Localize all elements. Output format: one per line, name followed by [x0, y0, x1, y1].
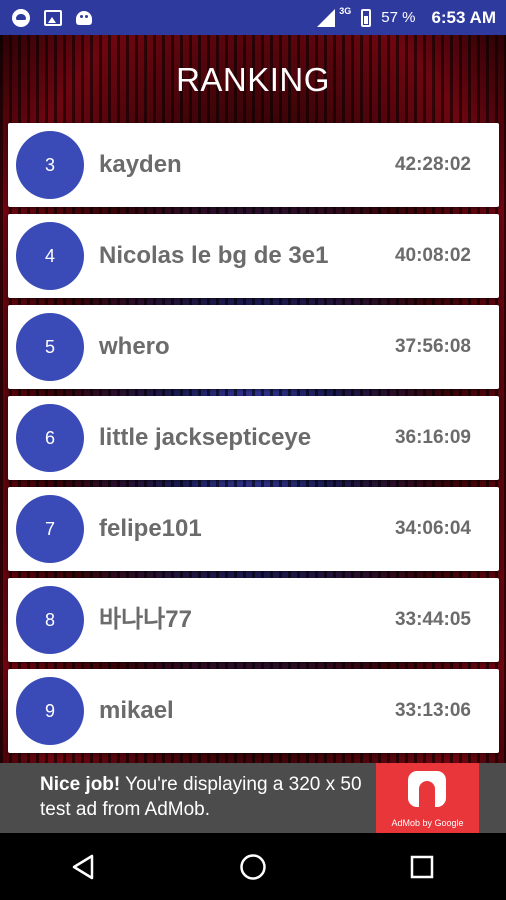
ranking-row[interactable]: 4 Nicolas le bg de 3e1 40:08:02: [8, 214, 499, 298]
picture-icon: [44, 9, 62, 26]
home-button[interactable]: [223, 837, 283, 897]
battery-percent: 57 %: [381, 9, 416, 26]
play-time: 33:44:05: [394, 609, 471, 630]
player-name: Nicolas le bg de 3e1: [99, 242, 329, 269]
recents-button[interactable]: [392, 837, 452, 897]
recents-icon: [410, 855, 433, 878]
ad-headline: Nice job!: [40, 774, 121, 795]
messenger-icon: [12, 8, 30, 27]
admob-caption: AdMob by Google: [391, 818, 464, 828]
admob-logo[interactable]: AdMob by Google: [376, 763, 479, 833]
player-name: 바나나77: [99, 606, 192, 633]
rank-badge: 3: [16, 131, 84, 199]
player-name: little jacksepticeye: [99, 424, 312, 451]
ad-banner[interactable]: Nice job! You're displaying a 320 x 50 t…: [0, 763, 506, 833]
android-icon: [76, 10, 92, 25]
network-type: 3G: [339, 5, 352, 16]
battery-icon: [361, 8, 372, 27]
ranking-screen: RANKING 3 kayden 42:28:02 4 Nicolas le b…: [0, 35, 506, 763]
system-status: 3G 57 % 6:53 AM: [317, 5, 496, 28]
rank-badge: 7: [16, 495, 84, 563]
player-name: mikael: [99, 697, 174, 724]
status-bar: 3G 57 % 6:53 AM: [0, 0, 506, 35]
ad-text[interactable]: Nice job! You're displaying a 320 x 50 t…: [40, 772, 370, 822]
player-name: kayden: [99, 151, 182, 178]
ranking-row[interactable]: 6 little jacksepticeye 36:16:09: [8, 396, 499, 480]
back-icon: [73, 854, 94, 879]
ranking-row[interactable]: 8 바나나77 33:44:05: [8, 578, 499, 662]
play-time: 40:08:02: [394, 245, 471, 266]
ranking-row[interactable]: 3 kayden 42:28:02: [8, 123, 499, 207]
ranking-row[interactable]: 9 mikael 33:13:06: [8, 669, 499, 753]
player-name: felipe101: [99, 515, 202, 542]
rank-badge: 5: [16, 313, 84, 381]
admob-icon: [408, 771, 446, 807]
home-icon: [240, 853, 266, 880]
ranking-row[interactable]: 7 felipe101 34:06:04: [8, 487, 499, 571]
rank-badge: 8: [16, 586, 84, 654]
rank-badge: 6: [16, 404, 84, 472]
play-time: 34:06:04: [394, 518, 471, 539]
signal-icon: [317, 8, 336, 27]
play-time: 36:16:09: [394, 427, 471, 448]
navigation-bar: [0, 833, 506, 900]
page-title: RANKING: [176, 61, 330, 98]
rank-badge: 9: [16, 677, 84, 745]
notification-icons: [12, 8, 92, 27]
clock: 6:53 AM: [431, 7, 496, 27]
play-time: 37:56:08: [394, 336, 471, 357]
play-time: 42:28:02: [394, 154, 471, 175]
rank-badge: 4: [16, 222, 84, 290]
play-time: 33:13:06: [394, 700, 471, 721]
ranking-row[interactable]: 5 whero 37:56:08: [8, 305, 499, 389]
player-name: whero: [99, 333, 170, 360]
back-button[interactable]: [54, 837, 114, 897]
